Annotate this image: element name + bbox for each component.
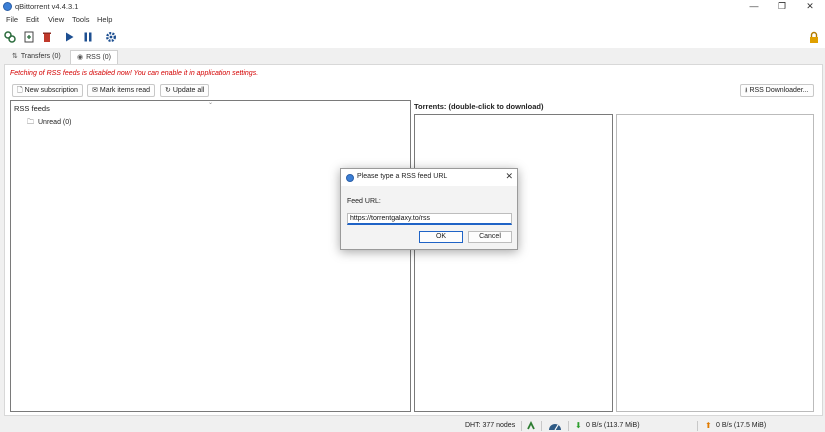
tab-bar: ⇅ Transfers (0) ◉ RSS (0) — [0, 48, 825, 64]
upload-speed: 0 B/s (17.5 MiB) — [716, 422, 767, 429]
add-torrent-link-icon[interactable] — [3, 30, 17, 44]
mail-icon: ✉ — [92, 87, 98, 94]
download-speed: 0 B/s (113.7 MiB) — [586, 422, 640, 429]
window-title: qBittorrent v4.4.3.1 — [15, 2, 79, 11]
close-window-button[interactable]: ✕ — [796, 0, 824, 14]
rss-downloader-button[interactable]: ⭳ RSS Downloader... — [740, 84, 814, 97]
status-separator — [697, 421, 698, 431]
ok-button[interactable]: OK — [419, 231, 463, 243]
gear-icon[interactable] — [104, 30, 118, 44]
dialog-close-button[interactable]: ✕ — [505, 171, 513, 182]
cancel-button[interactable]: Cancel — [468, 231, 512, 243]
update-all-label: Update all — [172, 87, 205, 94]
tab-transfers[interactable]: ⇅ Transfers (0) — [6, 50, 67, 64]
rss-feed-url-dialog: Please type a RSS feed URL ✕ Feed URL: O… — [340, 168, 518, 250]
mark-items-read-label: Mark items read — [99, 87, 151, 94]
dialog-title-bar: Please type a RSS feed URL ✕ — [341, 169, 517, 186]
transfers-icon: ⇅ — [12, 53, 18, 60]
maximize-button[interactable]: ❐ — [768, 0, 796, 14]
rss-feeds-header: RSS feeds — [14, 104, 50, 113]
dialog-title: Please type a RSS feed URL — [357, 173, 448, 180]
torrents-header: Torrents: (double-click to download) — [414, 102, 544, 111]
dht-status: DHT: 377 nodes — [465, 422, 516, 429]
qbittorrent-logo-icon — [3, 2, 12, 11]
article-details-panel[interactable] — [616, 114, 814, 412]
refresh-icon: ↻ — [165, 87, 171, 94]
mark-items-read-button[interactable]: ✉ Mark items read — [87, 84, 156, 97]
menu-edit[interactable]: Edit — [26, 15, 39, 24]
update-all-button[interactable]: ↻ Update all — [160, 84, 210, 97]
resume-icon[interactable] — [62, 30, 76, 44]
download-arrow-icon: ⬇ — [575, 421, 582, 430]
rss-icon: ◉ — [77, 54, 84, 61]
menu-tools[interactable]: Tools — [72, 15, 90, 24]
qbittorrent-logo-icon — [346, 174, 354, 182]
status-separator — [541, 421, 542, 431]
new-subscription-label: New subscription — [24, 87, 78, 94]
tab-transfers-label: Transfers (0) — [20, 53, 61, 60]
speed-limit-icon[interactable] — [548, 421, 562, 432]
lock-icon[interactable] — [807, 30, 821, 44]
rss-feeds-panel[interactable] — [10, 100, 411, 412]
connection-status-icon[interactable] — [526, 420, 536, 432]
status-separator — [568, 421, 569, 431]
menu-file[interactable]: File — [6, 15, 18, 24]
download-icon: ⭳ — [745, 87, 748, 94]
rss-disabled-warning: Fetching of RSS feeds is disabled now! Y… — [10, 70, 259, 77]
title-bar: qBittorrent v4.4.3.1 — ❐ ✕ — [0, 0, 825, 14]
feed-item-unread[interactable]: 🗀 Unread (0) — [27, 118, 71, 129]
toolbar — [0, 26, 825, 48]
inbox-icon: 🗀 — [27, 119, 34, 126]
status-bar: DHT: 377 nodes ⬇ 0 B/s (113.7 MiB) ⬆ 0 B… — [0, 420, 825, 432]
sort-indicator-icon: ⌄ — [208, 100, 214, 106]
new-document-icon: 🗋 — [17, 87, 23, 94]
add-torrent-file-icon[interactable] — [22, 30, 36, 44]
upload-arrow-icon: ⬆ — [705, 421, 712, 430]
feed-url-label: Feed URL: — [347, 198, 381, 205]
menu-view[interactable]: View — [48, 15, 64, 24]
menu-help[interactable]: Help — [97, 15, 112, 24]
rss-downloader-label: RSS Downloader... — [749, 87, 809, 94]
tab-rss[interactable]: ◉ RSS (0) — [70, 50, 119, 64]
pause-icon[interactable] — [81, 30, 95, 44]
new-subscription-button[interactable]: 🗋 New subscription — [12, 84, 83, 97]
tab-rss-label: RSS (0) — [86, 54, 112, 61]
status-separator — [521, 421, 522, 431]
menu-bar: File Edit View Tools Help — [0, 14, 825, 26]
torrents-list-panel[interactable] — [414, 114, 613, 412]
minimize-button[interactable]: — — [740, 0, 768, 14]
feed-url-input[interactable] — [347, 213, 512, 225]
delete-icon[interactable] — [40, 30, 54, 44]
feed-item-unread-label: Unread (0) — [38, 119, 72, 126]
